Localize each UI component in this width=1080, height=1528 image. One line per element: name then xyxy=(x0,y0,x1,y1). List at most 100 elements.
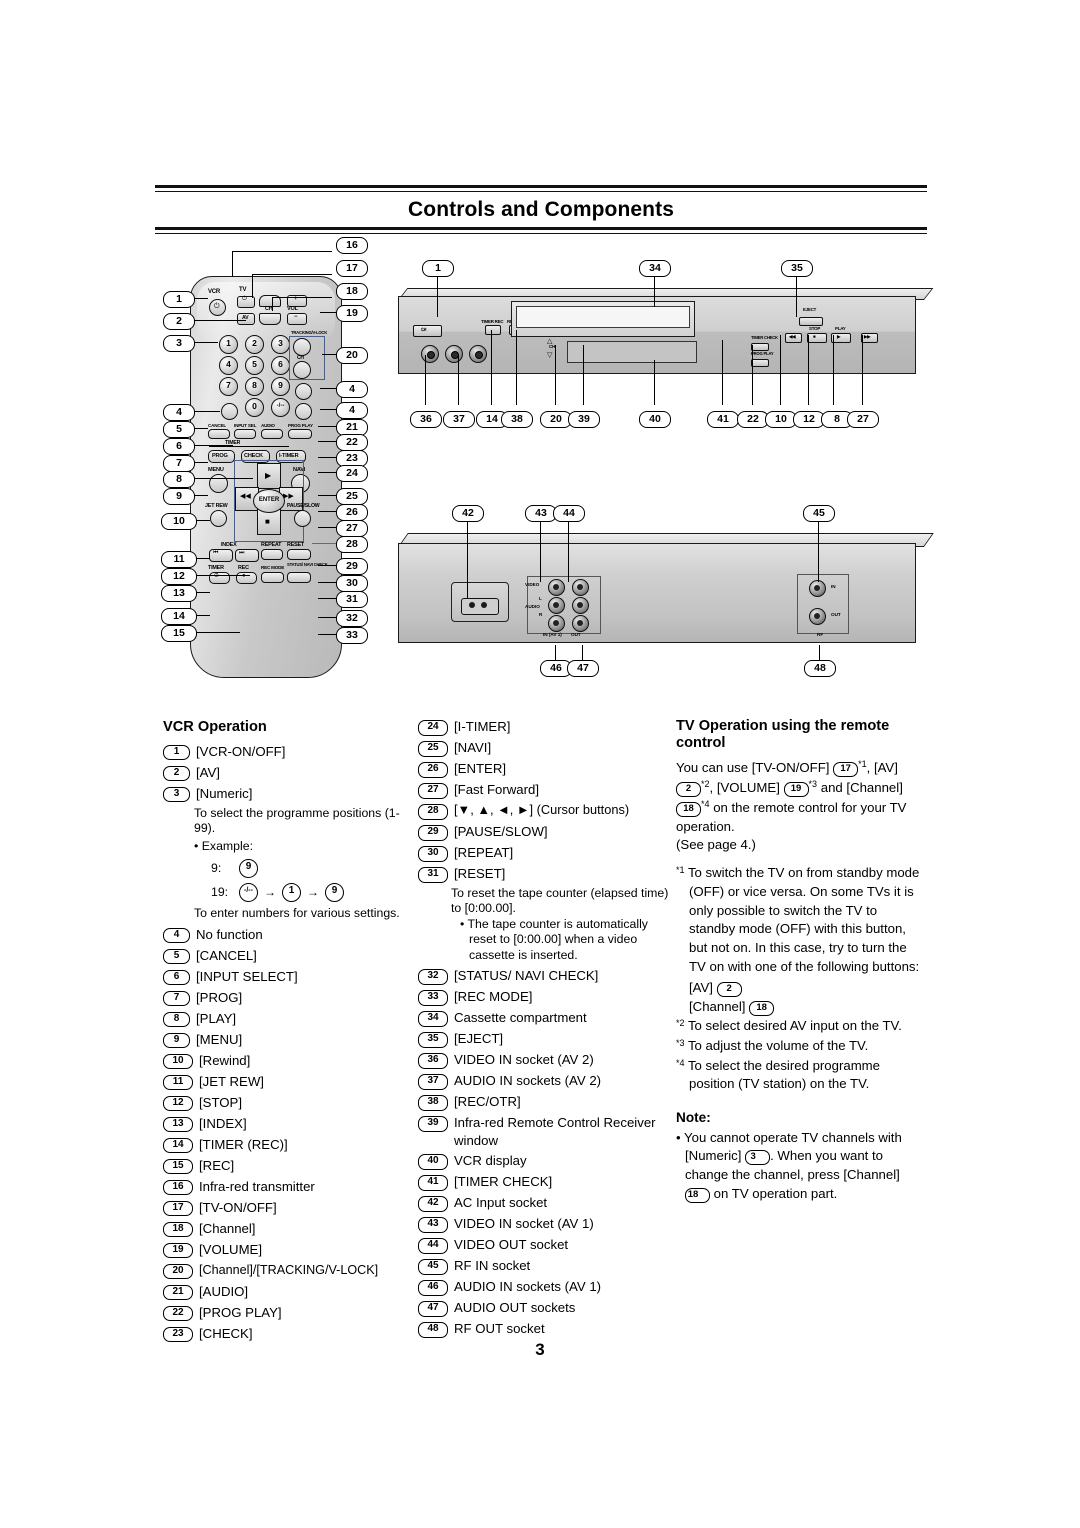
front-ff-icon: ▶▶ xyxy=(864,334,871,339)
remote-pause-slow-button[interactable] xyxy=(294,510,311,527)
remote-label-inputsel: INPUT SEL xyxy=(234,423,257,428)
remote-tracking-up-button[interactable] xyxy=(293,338,311,356)
callout-33: 33 xyxy=(336,627,368,644)
rear-video-out-socket[interactable] xyxy=(572,579,589,596)
remote-audio-button[interactable] xyxy=(261,429,283,439)
item-label-13: [INDEX] xyxy=(199,1115,247,1131)
remote-tv-ch-down-button[interactable] xyxy=(259,313,281,325)
example-key-dashdash: -/-- xyxy=(239,883,258,903)
item-label-7: [PROG] xyxy=(196,989,243,1005)
rear-audio-out-socket-r[interactable] xyxy=(572,615,589,632)
remote-nofunction-button-left[interactable] xyxy=(221,403,238,420)
remote-menu-button[interactable] xyxy=(209,474,228,493)
callout-31: 31 xyxy=(336,591,368,608)
front-eject-button[interactable] xyxy=(799,317,823,326)
remote-label-timer2: TIMER xyxy=(208,565,224,571)
list-item-40: 40 VCR display xyxy=(418,1152,670,1170)
list-item-21: 21 [AUDIO] xyxy=(163,1283,413,1301)
rear-ac-input-socket[interactable] xyxy=(461,598,499,615)
item-number-10: 10 xyxy=(163,1053,193,1070)
footnote-1-channel-label: [Channel] xyxy=(689,999,746,1015)
item-label-11: [JET REW] xyxy=(199,1073,264,1089)
key-2[interactable]: 2 xyxy=(245,335,264,354)
item-31-bullet: • The tape counter is automatically rese… xyxy=(460,916,648,962)
item-3-bullet: • Example: xyxy=(194,838,253,853)
item-label-25: [NAVI] xyxy=(454,740,492,755)
remote-repeat-button[interactable] xyxy=(261,549,283,560)
front-play-button[interactable] xyxy=(831,333,851,343)
front-ch-down-button[interactable]: ▽ xyxy=(547,351,552,359)
remote-label-cancel: CANCEL xyxy=(208,423,226,428)
callout-15: 15 xyxy=(161,625,197,642)
item-number-30: 30 xyxy=(418,846,448,862)
list-item-41: 41 [TIMER CHECK] xyxy=(418,1173,670,1191)
callout-2: 2 xyxy=(163,313,195,330)
item-label-44: VIDEO OUT socket xyxy=(454,1237,569,1253)
callout-41: 41 xyxy=(707,411,739,428)
intro-ref-19: 19 xyxy=(783,782,809,798)
remote-rec-button[interactable] xyxy=(236,572,257,584)
rear-audio-out-socket-l[interactable] xyxy=(572,597,589,614)
list-item-37: 37 AUDIO IN sockets (AV 2) xyxy=(418,1072,670,1090)
remote-nofunction-button-right-1[interactable] xyxy=(295,383,312,400)
front-prog-play-button[interactable] xyxy=(751,359,769,367)
item-number-19: 19 xyxy=(163,1242,193,1259)
list-item-6: 6 [INPUT SELECT] xyxy=(163,968,413,986)
key-8[interactable]: 8 xyxy=(245,377,264,396)
remote-status-navi-check-button[interactable] xyxy=(287,572,311,583)
remote-nofunction-button-right-2[interactable] xyxy=(295,403,312,420)
remote-input-select-button[interactable] xyxy=(234,429,256,439)
key-7[interactable]: 7 xyxy=(219,377,238,396)
item-label-33: [REC MODE] xyxy=(454,989,533,1005)
front-stop-button[interactable] xyxy=(807,333,827,343)
example-label-19: 19: xyxy=(211,884,229,899)
remote-label-tracking: TRACKING/V-LOCK xyxy=(291,330,328,335)
example-key-9b: 9 xyxy=(325,883,344,903)
callout-18: 18 xyxy=(336,283,368,300)
remote-jet-rew-button[interactable] xyxy=(210,510,227,527)
rear-rf-out-socket[interactable] xyxy=(809,608,826,625)
rear-rf-in-socket[interactable] xyxy=(809,580,826,597)
item-number-38: 38 xyxy=(418,1095,448,1111)
remote-timer-button[interactable] xyxy=(209,572,230,584)
callout-6: 6 xyxy=(163,438,195,455)
front-ch-up-button[interactable]: △ xyxy=(547,337,552,345)
key-9[interactable]: 9 xyxy=(271,377,290,396)
key-0[interactable]: 0 xyxy=(245,398,264,417)
key-3[interactable]: 3 xyxy=(271,335,290,354)
footnote-1-channel-ref: 18 xyxy=(749,1001,775,1017)
item-label-17: [TV-ON/OFF] xyxy=(199,1199,277,1215)
remote-prog-play-button[interactable] xyxy=(288,429,312,439)
intro-sup-3: *3 xyxy=(808,779,818,790)
remote-rec-mode-button[interactable] xyxy=(261,572,284,583)
intro-text-d: and [Channel] xyxy=(820,780,903,796)
key-6[interactable]: 6 xyxy=(271,356,290,375)
callout-14-remote: 14 xyxy=(161,608,197,625)
remote-tracking-down-button[interactable] xyxy=(293,361,311,379)
front-audio-in-jack-r-av2[interactable] xyxy=(469,345,487,363)
list-item-29: 29 [PAUSE/SLOW] xyxy=(418,823,670,841)
key-5[interactable]: 5 xyxy=(245,356,264,375)
list-item-36: 36 VIDEO IN socket (AV 2) xyxy=(418,1051,670,1069)
cassette-compartment[interactable] xyxy=(511,301,695,337)
remote-label-tv: TV xyxy=(239,287,247,293)
front-audio-in-jack-l-av2[interactable] xyxy=(445,345,463,363)
item-label-41: [TIMER CHECK] xyxy=(454,1174,553,1190)
key-dash-dash[interactable]: -/-- xyxy=(271,398,290,417)
rear-audio-in-socket-l-av1[interactable] xyxy=(548,597,565,614)
front-video-in-jack-av2[interactable] xyxy=(421,345,439,363)
remote-reset-button[interactable] xyxy=(287,549,311,560)
key-4[interactable]: 4 xyxy=(219,356,238,375)
remote-cancel-button[interactable] xyxy=(208,429,230,439)
rear-video-in-socket-av1[interactable] xyxy=(548,579,565,596)
left-text-column: VCR Operation 1 [VCR-ON/OFF] 2 [AV] 3 [N… xyxy=(163,718,413,1346)
callout-47: 47 xyxy=(567,660,599,677)
front-power-button[interactable] xyxy=(413,325,442,337)
front-timer-check-button[interactable] xyxy=(751,343,769,351)
key-1[interactable]: 1 xyxy=(219,335,238,354)
footnote-1-text: To switch the TV on from standby mode (O… xyxy=(687,865,920,974)
remote-label-progplay: PROG PLAY xyxy=(288,423,313,428)
front-timer-rec-button[interactable] xyxy=(485,325,501,335)
rear-audio-in-socket-r-av1[interactable] xyxy=(548,615,565,632)
rear-label-video: VIDEO xyxy=(525,582,540,587)
